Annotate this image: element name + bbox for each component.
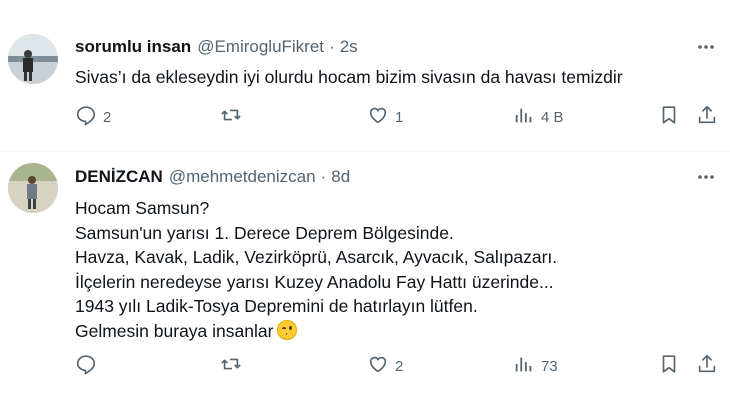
tweet-text-line: Havza, Kavak, Ladik, Vezirköprü, Asarcık… <box>75 247 558 267</box>
heart-icon <box>367 353 389 379</box>
share-button[interactable] <box>696 354 718 378</box>
reply-button[interactable] <box>75 354 103 378</box>
more-icon[interactable] <box>694 166 718 188</box>
separator-dot: · <box>320 167 327 186</box>
avatar[interactable] <box>8 163 58 213</box>
share-icon <box>696 104 718 130</box>
like-button[interactable]: 2 <box>367 354 403 378</box>
retweet-button[interactable] <box>220 354 248 378</box>
views-button[interactable]: 4 B <box>513 105 564 129</box>
tweet-text: Hocam Samsun? Samsun'un yarısı 1. Derece… <box>75 196 718 343</box>
share-icon <box>696 353 718 379</box>
views-icon <box>513 104 535 130</box>
tweet[interactable]: DENİZCAN @mehmetdenizcan · 8d Hocam Sams… <box>0 152 730 420</box>
retweet-button[interactable] <box>220 105 248 129</box>
tweet-text: Sivas’ı da ekleseydin iyi olurdu hocam b… <box>75 65 718 90</box>
bookmark-button[interactable] <box>658 354 680 378</box>
display-name[interactable]: DENİZCAN <box>75 167 163 187</box>
separator-dot: · <box>329 37 335 56</box>
tweet-text-line: 1943 yılı Ladik-Tosya Depremini de hatır… <box>75 296 478 316</box>
avatar[interactable] <box>8 34 58 84</box>
tweet-text-line: Hocam Samsun? <box>75 198 210 218</box>
reply-icon <box>75 104 97 130</box>
views-button[interactable]: 73 <box>513 354 558 378</box>
tweet-text-line: Gelmesin buraya insanlar <box>75 319 718 344</box>
user-handle[interactable]: @mehmetdenizcan <box>169 167 316 187</box>
tweet[interactable]: sorumlu insan @EmirogluFikret · 2s Sivas… <box>0 0 730 152</box>
display-name[interactable]: sorumlu insan <box>75 37 191 57</box>
reply-icon <box>75 353 97 379</box>
retweet-icon <box>220 353 242 379</box>
bookmark-icon <box>658 104 680 130</box>
like-count: 2 <box>395 357 404 375</box>
like-button[interactable]: 1 <box>367 105 403 129</box>
like-count: 1 <box>395 108 404 126</box>
tweet-text-line: Sivas’ı da ekleseydin iyi olurdu hocam b… <box>75 67 623 87</box>
tweet-text-line: Samsun'un yarısı 1. Derece Deprem Bölges… <box>75 222 454 243</box>
reply-count: 2 <box>103 108 112 126</box>
views-count: 4 B <box>541 108 564 126</box>
bookmark-button[interactable] <box>658 105 680 129</box>
user-handle[interactable]: @EmirogluFikret <box>197 37 324 57</box>
views-icon <box>513 353 535 379</box>
tweet-text-emoji-line: Gelmesin buraya insanlar <box>75 320 274 341</box>
bookmark-icon <box>658 353 680 379</box>
share-button[interactable] <box>696 105 718 129</box>
timestamp[interactable]: 2s <box>340 37 358 57</box>
heart-icon <box>367 104 389 130</box>
tweet-text-line: İlçelerin neredeyse yarısı Kuzey Anadolu… <box>75 271 554 292</box>
reply-button[interactable]: 2 <box>75 105 111 129</box>
action-bar: 2 73 <box>75 354 730 378</box>
views-count: 73 <box>541 357 558 375</box>
winking-face-emoji <box>277 319 298 340</box>
timestamp[interactable]: 8d <box>331 167 350 187</box>
retweet-icon <box>220 104 242 130</box>
more-icon[interactable] <box>694 36 718 58</box>
action-bar: 2 1 4 B <box>75 105 730 129</box>
